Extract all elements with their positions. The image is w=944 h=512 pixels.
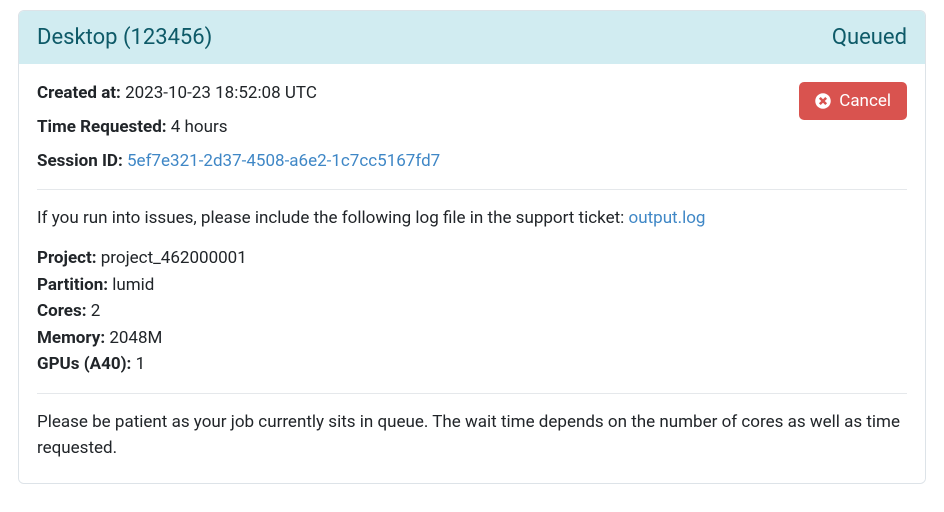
gpus-label: GPUs (A40): [37, 354, 131, 374]
partition-value: lumid [112, 275, 154, 295]
project-label: Project: [37, 248, 97, 268]
partition-line: Partition: lumid [37, 273, 907, 298]
meta-list: Created at: 2023-10-23 18:52:08 UTC Time… [37, 82, 440, 173]
card-body: Created at: 2023-10-23 18:52:08 UTC Time… [19, 64, 925, 483]
memory-value: 2048M [109, 328, 162, 348]
job-status: Queued [832, 25, 907, 50]
log-line: If you run into issues, please include t… [37, 206, 907, 232]
job-title: Desktop (123456) [37, 25, 212, 50]
gpus-line: GPUs (A40): 1 [37, 352, 907, 377]
queue-message: Please be patient as your job currently … [37, 410, 907, 461]
session-id-link[interactable]: 5ef7e321-2d37-4508-a6e2-1c7cc5167fd7 [127, 151, 440, 171]
cancel-button[interactable]: Cancel [799, 82, 907, 120]
project-value: project_462000001 [101, 248, 247, 268]
partition-label: Partition: [37, 275, 108, 295]
top-row: Created at: 2023-10-23 18:52:08 UTC Time… [37, 82, 907, 173]
job-card: Desktop (123456) Queued Created at: 2023… [18, 10, 926, 484]
log-file-link[interactable]: output.log [629, 208, 706, 228]
times-circle-icon [815, 93, 831, 109]
details-list: Project: project_462000001 Partition: lu… [37, 246, 907, 377]
memory-line: Memory: 2048M [37, 326, 907, 351]
session-id-label: Session ID: [37, 151, 123, 171]
time-requested-value: 4 hours [171, 117, 228, 137]
divider [37, 393, 907, 394]
cores-value: 2 [91, 301, 101, 321]
divider [37, 189, 907, 190]
gpus-value: 1 [136, 354, 146, 374]
session-id-line: Session ID: 5ef7e321-2d37-4508-a6e2-1c7c… [37, 150, 440, 174]
memory-label: Memory: [37, 328, 105, 348]
time-requested-line: Time Requested: 4 hours [37, 116, 440, 140]
cores-line: Cores: 2 [37, 299, 907, 324]
cancel-label: Cancel [839, 91, 891, 111]
created-at-label: Created at: [37, 83, 121, 103]
project-line: Project: project_462000001 [37, 246, 907, 271]
cores-label: Cores: [37, 301, 87, 321]
log-prefix: If you run into issues, please include t… [37, 208, 629, 228]
time-requested-label: Time Requested: [37, 117, 167, 137]
card-header: Desktop (123456) Queued [19, 11, 925, 64]
created-at-value: 2023-10-23 18:52:08 UTC [125, 83, 317, 103]
created-at-line: Created at: 2023-10-23 18:52:08 UTC [37, 82, 440, 106]
